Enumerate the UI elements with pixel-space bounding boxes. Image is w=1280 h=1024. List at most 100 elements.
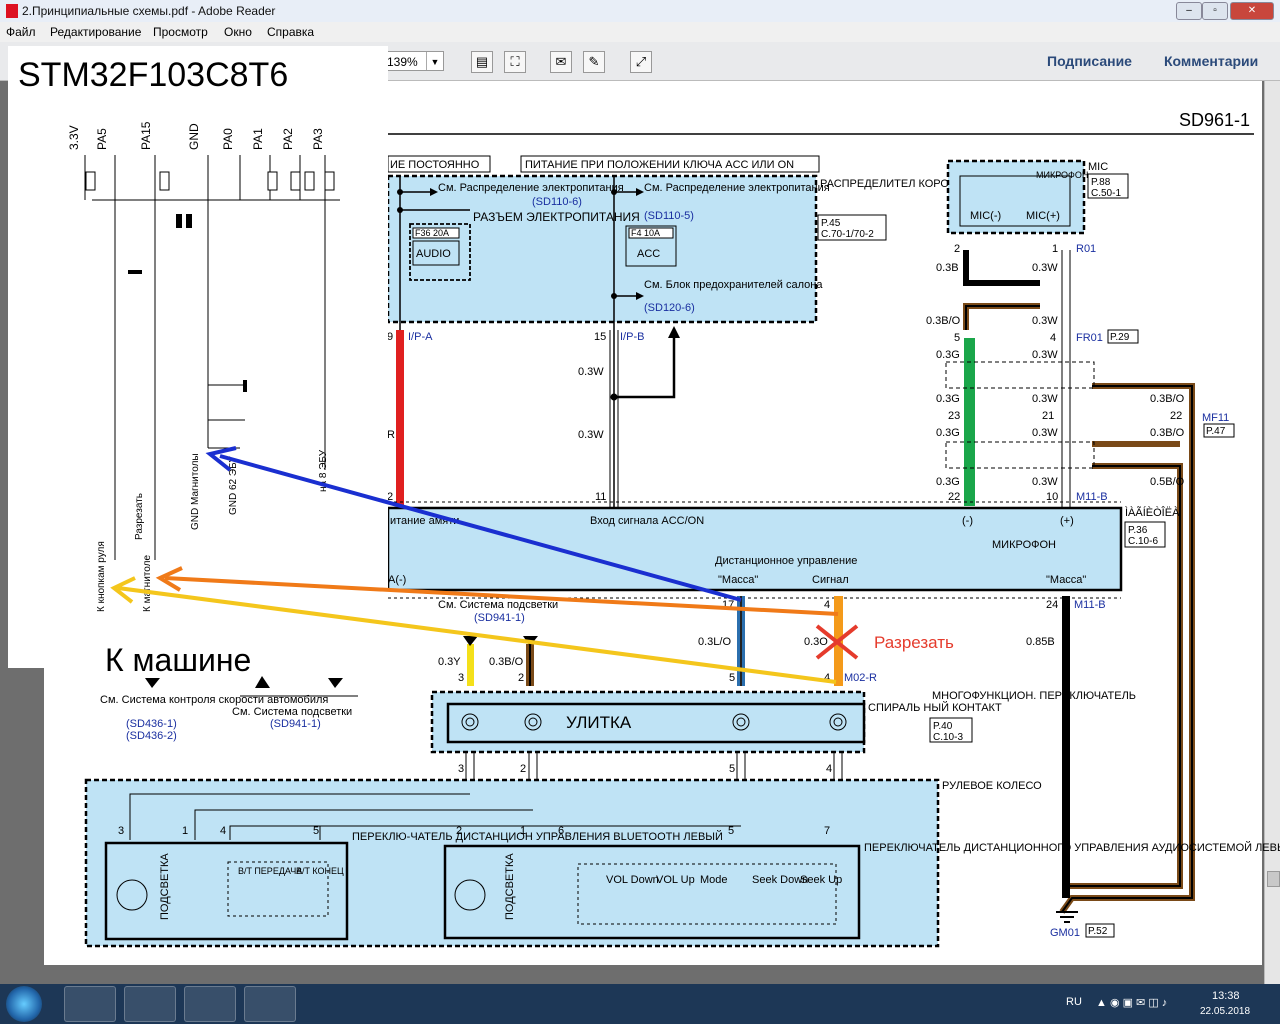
cap-c11 [176,214,182,228]
pin-4-top: 4 [824,599,830,611]
wire-03g-3: 0.3G [936,427,960,439]
mic-inner: МИКРОФОН [1036,170,1088,180]
hu-a: A(-) [388,574,406,586]
mic-p: P.88 [1091,177,1111,188]
pin-3v3: 3.3V [67,125,81,150]
wire-03w-2: 0.3W [1032,315,1058,327]
wire-03w-4: 0.3W [1032,393,1058,405]
hu-p: P.36 [1128,525,1148,536]
hu-acc: Вход сигнала ACC/ON [590,515,704,527]
bt-pin-1: 1 [182,825,188,837]
clockspring [446,702,866,744]
pin-24: 24 [1046,599,1058,611]
chrome-icon[interactable] [64,986,116,1022]
wire-03bo-2: 0.3B/O [1150,393,1185,405]
wire-03w-5: 0.3W [1032,427,1058,439]
wire-03o: 0.3O [804,636,828,648]
r01-label: R01 [1076,243,1096,255]
wire-03bo-3: 0.3B/O [1150,427,1185,439]
mf11-page: P.47 [1206,426,1226,437]
start-button[interactable] [6,986,42,1022]
folder-icon[interactable] [124,986,176,1022]
mic-pin-21: 21 [1042,410,1054,422]
backlight-ref2: См. Система подсветки [232,706,352,718]
mic-pin-23: 23 [948,410,960,422]
au-pin-6: 6 [558,825,564,837]
wheel-pin-2: 2 [520,763,526,775]
fuse2-id: F4 10A [631,228,660,238]
fuse-ref1: См. Распределение электропитания [438,182,624,194]
schematic: SD961-1 ИЕ ПОСТОЯННО ПИТАНИЕ ПРИ ПОЛОЖЕН… [8,46,1280,948]
vol-down: VOL Down [606,874,659,886]
wire-03lo: 0.3L/O [698,636,731,648]
mic-pin-5: 5 [954,332,960,344]
cap-c13 [128,270,142,274]
language-indicator[interactable]: RU [1066,996,1082,1008]
pin-pa5: PA5 [95,128,109,150]
adobe-reader-icon[interactable] [244,986,296,1022]
multi-switch-label: МНОГОФУНКЦИОН. ПЕРЕКЛЮЧАТЕЛЬ [932,690,1136,702]
speed-code1: (SD436-1) [126,718,177,730]
au-pin-1: 1 [520,825,526,837]
wheel-label: РУЛЕВОЕ КОЛЕСО [942,780,1042,792]
wire-03w-b: 0.3W [578,429,604,441]
wire-03g-2: 0.3G [936,393,960,405]
bt-switch-label: ПЕРЕКЛЮ-ЧАТЕЛЬ ДИСТАНЦИОН УПРАВЛЕНИЯ BLU… [352,830,723,843]
mic-title: MIC [1088,161,1108,173]
fuse-ref2: См. Распределение электропитания [644,182,830,194]
spiral-label: СПИРАЛЬ НЫЙ КОНТАКТ [868,701,1002,714]
ipb-label: I/P-B [620,331,644,343]
mic-pin-10: 10 [1046,491,1058,503]
ipa-label: I/P-A [408,331,433,343]
seek-up: Seek Up [800,874,842,886]
pin-15: 15 [594,331,606,343]
green-wire [964,338,975,506]
red-wire-label: R [387,429,395,441]
fr01-page: P.29 [1110,332,1130,343]
fuse-ref3: См. Блок предохранителей салона [644,279,823,291]
resistor-r5 [290,171,301,191]
clock-date[interactable]: 22.05.2018 [1200,1006,1250,1017]
hu-mass1: "Масса" [718,574,758,586]
fuse-ref1-code: (SD110-6) [532,196,582,208]
fusebox-page: P.45 [821,218,841,229]
conn-cut: Разрезать [134,493,145,540]
clock-time[interactable]: 13:38 [1212,990,1240,1002]
hu-minus: (-) [962,515,973,527]
bt-pin-5: 5 [313,825,319,837]
backlight-code: (SD941-1) [474,612,525,624]
wire-03w-1: 0.3W [1032,262,1058,274]
utorrent-icon[interactable] [184,986,236,1022]
hu-title: ÌÀÃÍÈÒÎËÀ [1125,506,1180,519]
taskbar: RU ▲ ◉ ▣ ✉ ◫ ♪ 13:38 22.05.2018 [0,984,1280,1024]
conn-gnd-ecu: GND 62 ЭБУ [228,456,239,515]
wire-03y: 0.3Y [438,656,461,668]
fuse1-id: F36 20A [415,228,449,238]
wire-03w-3: 0.3W [1032,349,1058,361]
pin-pa0: PA0 [221,128,235,150]
hu-remote: Дистанционное управление [715,555,857,567]
resistor-r9 [267,171,278,191]
resistor-r8 [159,171,170,191]
audio-switch-label: ПЕРЕКЛЮЧАТЕЛЬ ДИСТАНЦИОННОГО УПРАВЛЕНИЯ … [864,841,1280,854]
wire-03g-4: 0.3G [936,476,960,488]
mic-pin-1: 1 [1052,243,1058,255]
tray-icons[interactable]: ▲ ◉ ▣ ✉ ◫ ♪ [1096,996,1167,1009]
mic-minus: MIC(-) [970,210,1001,222]
wire-03bo-lower: 0.3B/O [489,656,524,668]
mic-plus: MIC(+) [1026,210,1060,222]
power-connector-label: РАЗЪЕМ ЭЛЕКТРОПИТАНИЯ [473,210,640,224]
bt-end: B/T КОНЕЦ [296,866,344,876]
vol-up: VOL Up [656,874,695,886]
mic-pin-4: 4 [1050,332,1056,344]
m02r-label: M02-R [844,672,877,684]
fuse-ref3-code: (SD120-6) [644,302,695,314]
pin-pa1: PA1 [251,128,265,150]
fusebox-page2: С.70-1/70-2 [821,229,874,240]
hu-signal: Сигнал [812,574,849,586]
gm01-label: GM01 [1050,927,1080,939]
wheel-pin-5: 5 [729,763,735,775]
mic-pin-22: 22 [948,491,960,503]
fr01-label: FR01 [1076,332,1103,344]
wheel-pin-3: 3 [458,763,464,775]
